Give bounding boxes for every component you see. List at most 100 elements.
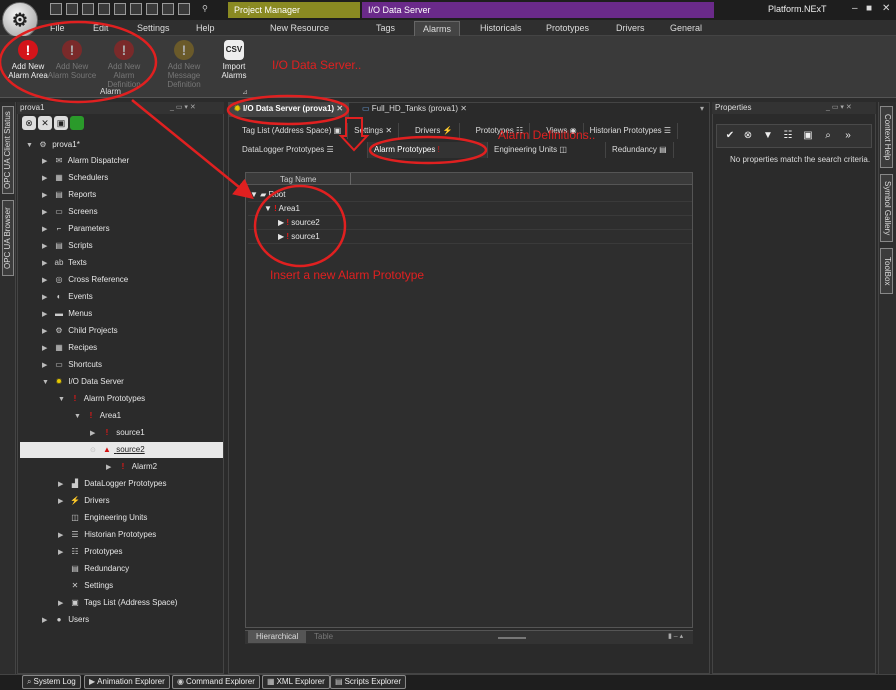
tab-alarms[interactable]: Alarms (414, 21, 461, 36)
quick-access-undo-icon[interactable] (162, 3, 174, 15)
scripts-explorer-button[interactable]: ▤ Scripts Explorer (330, 675, 407, 689)
menu-help[interactable]: Help (196, 23, 215, 33)
grid-row-root[interactable]: ▼ ▰ Root (248, 188, 692, 202)
tree-item-reports[interactable]: ▶ ▤ Reports (20, 187, 223, 203)
tree-save-icon[interactable]: ▣ (54, 116, 68, 130)
tab-opc-ua-browser[interactable]: OPC UA Browser (2, 200, 14, 276)
menu-edit[interactable]: Edit (93, 23, 109, 33)
command-explorer-button[interactable]: ◉ Command Explorer (172, 675, 260, 689)
close-button[interactable]: ✕ (882, 3, 890, 14)
tree-item-prototypes[interactable]: ▶ ☷ Prototypes (20, 544, 223, 560)
grid-row-source2[interactable]: ▶ ! source2 (248, 216, 692, 230)
tree-item-settings[interactable]: ✕ Settings (20, 578, 223, 594)
tab-general[interactable]: General (662, 21, 710, 36)
tree-item-engineering-units[interactable]: ◫ Engineering Units (20, 510, 223, 526)
tree-item-area1[interactable]: ▼! Area1 (20, 408, 223, 424)
tab-tags[interactable]: Tags (368, 21, 403, 36)
subtab-settings[interactable]: Settings ✕ (348, 123, 400, 139)
subtab-tag-list[interactable]: Tag List (Address Space) ▣ (236, 123, 349, 139)
add-new-alarm-definition-button[interactable]: ! Add New Alarm Definition (98, 40, 150, 89)
tree-refresh-icon[interactable] (70, 116, 84, 130)
tab-toolbox[interactable]: ToolBox (880, 248, 893, 294)
tree-item-source1[interactable]: ▶! source1 (20, 425, 223, 441)
tree-item-project[interactable]: ▼ ⚙ prova1* (20, 137, 223, 153)
menu-file[interactable]: File (50, 23, 65, 33)
quick-access-save-icon[interactable] (82, 3, 94, 15)
doc-tab-full-hd-tanks[interactable]: ▭ Full_HD_Tanks (prova1) ✕ (356, 103, 473, 117)
tree-item-redundancy[interactable]: ▤ Redundancy (20, 561, 223, 577)
grid-controls-icon[interactable]: ▮ – ▴ (668, 632, 683, 640)
grid-resize-grip[interactable] (498, 637, 526, 639)
quick-access-copy-icon[interactable] (130, 3, 142, 15)
tree-panel-controls-icon[interactable]: _ ▭ ▾ ✕ (170, 103, 196, 111)
app-logo-icon[interactable]: ⚙ (2, 2, 38, 38)
xml-explorer-button[interactable]: ▦ XML Explorer (262, 675, 330, 689)
tab-historicals[interactable]: Historicals (472, 21, 530, 36)
doc-tab-list-icon[interactable]: ▾ (700, 104, 704, 113)
restore-button[interactable]: ■ (866, 3, 872, 14)
quick-access-save-all-icon[interactable] (98, 3, 110, 15)
properties-pages-icon[interactable]: ▣ (800, 128, 816, 144)
tree-item-events[interactable]: ▶ ◐ Events (20, 289, 223, 305)
properties-panel-controls-icon[interactable]: _ ▭ ▾ ✕ (826, 103, 852, 111)
tree-item-source2[interactable]: ⊙ ▲ source2 (20, 442, 223, 458)
tree-item-parameters[interactable]: ▶ ⌐ Parameters (20, 221, 223, 237)
tree-item-historian-prototypes[interactable]: ▶ ☰ Historian Prototypes (20, 527, 223, 543)
tree-item-menus[interactable]: ▶ ▬ Menus (20, 306, 223, 322)
tree-item-tags-list[interactable]: ▶ ▣ Tags List (Address Space) (20, 595, 223, 611)
tab-hierarchical[interactable]: Hierarchical (248, 631, 307, 643)
tab-symbol-gallery[interactable]: Symbol Gallery (880, 174, 893, 242)
tab-prototypes[interactable]: Prototypes (538, 21, 597, 36)
doc-tab-io-data-server[interactable]: ✹ I/O Data Server (prova1) ✕ (228, 103, 350, 117)
grid-header-tag-name[interactable]: Tag Name (280, 175, 316, 184)
properties-filter-icon[interactable]: ▼ (760, 128, 776, 144)
quick-access-new-icon[interactable] (50, 3, 62, 15)
subtab-historian-prototypes[interactable]: Historian Prototypes ☰ (584, 123, 679, 139)
tab-opc-ua-client-status[interactable]: OPC UA Client Status (2, 106, 14, 194)
doc-tab-close-icon[interactable]: ✕ (336, 104, 343, 113)
tab-table[interactable]: Table (306, 631, 341, 643)
tree-item-recipes[interactable]: ▶ ▦ Recipes (20, 340, 223, 356)
tab-project-manager[interactable]: Project Manager (228, 2, 360, 18)
tree-item-alarm-dispatcher[interactable]: ▶ ✉ Alarm Dispatcher (20, 153, 223, 169)
tree-item-shortcuts[interactable]: ▶ ▭ Shortcuts (20, 357, 223, 373)
tree-item-drivers[interactable]: ▶ ⚡ Drivers (20, 493, 223, 509)
tree-item-child-projects[interactable]: ▶ ⚙ Child Projects (20, 323, 223, 339)
quick-access-customize-icon[interactable]: ⚲ (202, 4, 208, 13)
tab-drivers[interactable]: Drivers (608, 21, 653, 36)
tree-item-cross-reference[interactable]: ▶ ◎ Cross Reference (20, 272, 223, 288)
tree-item-alarm-prototypes[interactable]: ▼! Alarm Prototypes (20, 391, 223, 407)
tree-item-datalogger-prototypes[interactable]: ▶ ▟ DataLogger Prototypes (20, 476, 223, 492)
tree-close-all-icon[interactable]: ⊗ (22, 116, 36, 130)
minimize-button[interactable]: – (852, 3, 858, 14)
grid-row-area1[interactable]: ▼ ! Area1 (248, 202, 692, 216)
tree-item-io-data-server[interactable]: ▼ ✹ I/O Data Server (20, 374, 223, 390)
tree-item-texts[interactable]: ▶ ab Texts (20, 255, 223, 271)
properties-cancel-icon[interactable]: ⊗ (740, 128, 756, 144)
system-log-button[interactable]: ⌕ System Log (22, 675, 81, 689)
quick-access-paste-icon[interactable] (146, 3, 158, 15)
subtab-redundancy[interactable]: Redundancy ▤ (606, 142, 674, 158)
subtab-datalogger-prototypes[interactable]: DataLogger Prototypes ☰ (236, 142, 368, 158)
import-alarms-button[interactable]: CSV Import Alarms (210, 40, 258, 86)
properties-categorized-icon[interactable]: ☷ (780, 128, 796, 144)
tree-item-screens[interactable]: ▶ ▭ Screens (20, 204, 223, 220)
tab-context-help[interactable]: Context Help (880, 106, 893, 168)
quick-access-cut-icon[interactable] (114, 3, 126, 15)
tab-io-data-server[interactable]: I/O Data Server (362, 2, 714, 18)
animation-explorer-button[interactable]: ▶ Animation Explorer (84, 675, 170, 689)
tree-item-users[interactable]: ▶ ● Users (20, 612, 223, 628)
doc-tab-close-icon[interactable]: ✕ (460, 104, 467, 113)
subtab-drivers[interactable]: Drivers ⚡ (399, 123, 460, 139)
ribbon-group-expand-icon[interactable]: ⊿ (242, 88, 248, 96)
quick-access-redo-icon[interactable] (178, 3, 190, 15)
properties-apply-icon[interactable]: ✔ (722, 128, 738, 144)
tree-item-scripts[interactable]: ▶ ▤ Scripts (20, 238, 223, 254)
tab-new-resource[interactable]: New Resource (262, 21, 337, 36)
properties-search-icon[interactable]: ⌕ (820, 128, 836, 144)
add-new-alarm-source-button[interactable]: ! Add New Alarm Source (46, 40, 98, 86)
tree-delete-icon[interactable]: ✕ (38, 116, 52, 130)
quick-access-open-icon[interactable] (66, 3, 78, 15)
menu-settings[interactable]: Settings (137, 23, 170, 33)
subtab-engineering-units[interactable]: Engineering Units ◫ (488, 142, 606, 158)
